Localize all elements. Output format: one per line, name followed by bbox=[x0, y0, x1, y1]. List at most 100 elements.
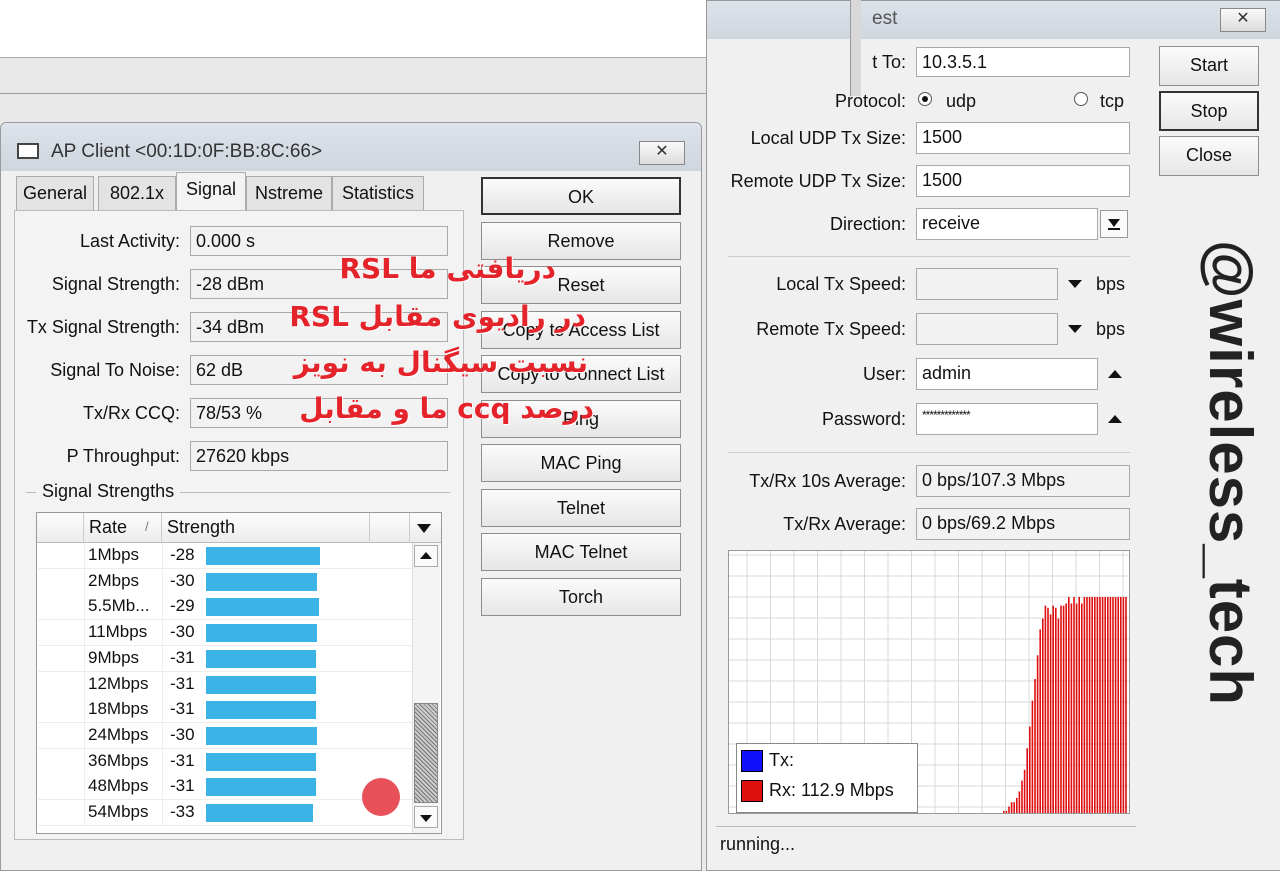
row-sep bbox=[162, 800, 163, 826]
tx-signal-strength-label: Tx Signal Strength: bbox=[26, 317, 180, 337]
table-row[interactable]: 9Mbps -31 bbox=[38, 645, 412, 672]
start-button[interactable]: Start bbox=[1159, 46, 1259, 86]
rx-bar bbox=[1109, 597, 1112, 813]
protocol-udp-radio[interactable] bbox=[918, 92, 932, 106]
rx-bar bbox=[1060, 605, 1062, 813]
remote-tx-speed-field[interactable] bbox=[916, 313, 1058, 345]
row-sep bbox=[162, 774, 163, 801]
table-row[interactable]: 48Mbps -31 bbox=[38, 774, 412, 801]
table-row[interactable]: 1Mbps -28 bbox=[38, 543, 412, 569]
tab-nstreme[interactable]: Nstreme bbox=[246, 176, 332, 210]
rx-bar bbox=[1070, 603, 1073, 813]
row-sep bbox=[162, 748, 163, 775]
row-sep bbox=[84, 697, 85, 724]
mac-telnet-button[interactable]: MAC Telnet bbox=[481, 533, 681, 571]
row-sep bbox=[84, 594, 85, 621]
row-sep bbox=[162, 671, 163, 698]
remote-tx-speed-dropdown-icon[interactable] bbox=[1068, 325, 1082, 333]
remote-udp-tx-size-field[interactable]: 1500 bbox=[916, 165, 1130, 197]
protocol-tcp-radio[interactable] bbox=[1074, 92, 1088, 106]
row-sep bbox=[162, 568, 163, 595]
table-row[interactable]: 2Mbps -30 bbox=[38, 568, 412, 595]
password-field[interactable]: ************* bbox=[916, 403, 1098, 435]
rate-cell: 11Mbps bbox=[88, 622, 148, 642]
column-header-rate[interactable]: Rate bbox=[89, 517, 127, 538]
torch-button[interactable]: Torch bbox=[481, 577, 681, 616]
rx-bar bbox=[1122, 597, 1125, 813]
direction-dropdown-icon[interactable] bbox=[1100, 210, 1128, 238]
tab-general[interactable]: General bbox=[16, 176, 94, 210]
ap-client-title: AP Client <00:1D:0F:BB:8C:66> bbox=[51, 141, 323, 162]
test-to-label: t To: bbox=[872, 52, 906, 72]
rx-bar bbox=[1081, 603, 1083, 813]
rx-bar bbox=[1057, 618, 1060, 813]
telnet-button[interactable]: Telnet bbox=[481, 488, 681, 527]
table-row[interactable]: 24Mbps -30 bbox=[38, 722, 412, 749]
column-menu-icon[interactable] bbox=[417, 524, 431, 533]
table-row[interactable]: 11Mbps -30 bbox=[38, 620, 412, 647]
close-icon[interactable]: ✕ bbox=[639, 141, 685, 165]
remote-tx-speed-unit: bps bbox=[1096, 319, 1126, 339]
rx-bar bbox=[1083, 597, 1086, 813]
close-button[interactable]: Close bbox=[1159, 136, 1259, 176]
ok-button[interactable]: OK bbox=[481, 177, 681, 215]
column-header-strength[interactable]: Strength bbox=[167, 517, 235, 538]
rx-bar bbox=[1031, 700, 1034, 813]
rx-bar bbox=[1073, 597, 1075, 813]
password-collapse-icon[interactable] bbox=[1108, 415, 1122, 423]
strength-cell: -30 bbox=[170, 724, 195, 744]
p-throughput-label: P Throughput: bbox=[66, 446, 180, 466]
local-udp-tx-size-field[interactable]: 1500 bbox=[916, 122, 1130, 154]
user-collapse-icon[interactable] bbox=[1108, 370, 1122, 378]
row-sep bbox=[162, 722, 163, 749]
strength-cell: -30 bbox=[170, 622, 195, 642]
tab-8021x[interactable]: 802.1x bbox=[98, 176, 176, 210]
tab-statistics[interactable]: Statistics bbox=[332, 176, 424, 210]
strength-bar bbox=[206, 572, 317, 591]
top-window-overlap bbox=[850, 0, 861, 96]
tx-rx-ccq-label: Tx/Rx CCQ: bbox=[83, 403, 180, 423]
table-row[interactable]: 5.5Mb... -29 bbox=[38, 594, 412, 621]
tx-rx-10s-average-label: Tx/Rx 10s Average: bbox=[749, 471, 906, 491]
rx-bar bbox=[1016, 797, 1018, 813]
direction-label: Direction: bbox=[829, 214, 906, 234]
mac-ping-button[interactable]: MAC Ping bbox=[481, 444, 681, 482]
user-field[interactable]: admin bbox=[916, 358, 1098, 390]
row-sep bbox=[162, 697, 163, 724]
stop-button[interactable]: Stop bbox=[1159, 91, 1259, 131]
window-icon bbox=[17, 143, 39, 159]
strength-cell: -28 bbox=[170, 545, 195, 564]
close-icon[interactable]: ✕ bbox=[1220, 8, 1266, 32]
row-sep bbox=[162, 620, 163, 647]
scroll-down-icon[interactable] bbox=[414, 806, 438, 828]
rx-bar bbox=[1062, 605, 1065, 813]
strength-cell: -31 bbox=[170, 673, 195, 693]
tx-rx-10s-average-value: 0 bps/107.3 Mbps bbox=[916, 465, 1130, 497]
tab-signal[interactable]: Signal bbox=[176, 172, 246, 212]
direction-select[interactable]: receive bbox=[916, 208, 1098, 240]
rx-bar bbox=[1052, 605, 1054, 813]
signal-to-noise-label: Signal To Noise: bbox=[50, 360, 180, 380]
remote-tx-speed-label: Remote Tx Speed: bbox=[756, 319, 906, 339]
table-row[interactable]: 36Mbps -31 bbox=[38, 748, 412, 775]
scroll-up-icon[interactable] bbox=[414, 545, 438, 567]
annotation-ccq: درصد ccq ما و مقابل bbox=[299, 392, 594, 425]
rx-bar bbox=[1091, 597, 1093, 813]
rx-bar bbox=[1021, 780, 1023, 813]
rx-bar bbox=[1018, 791, 1021, 813]
rx-bar bbox=[1008, 806, 1010, 813]
bwtest-titlebar[interactable] bbox=[707, 1, 1280, 39]
protocol-tcp-label[interactable]: tcp bbox=[1100, 91, 1124, 112]
table-row[interactable]: 12Mbps -31 bbox=[38, 671, 412, 698]
table-row[interactable]: 54Mbps -33 bbox=[38, 800, 412, 826]
test-to-field[interactable]: 10.3.5.1 bbox=[916, 47, 1130, 77]
local-tx-speed-field[interactable] bbox=[916, 268, 1058, 300]
grid-scrollbar[interactable] bbox=[412, 543, 440, 833]
table-row[interactable]: 18Mbps -31 bbox=[38, 697, 412, 724]
scroll-thumb[interactable] bbox=[414, 703, 438, 803]
local-tx-speed-label: Local Tx Speed: bbox=[776, 274, 906, 294]
protocol-udp-label[interactable]: udp bbox=[946, 91, 976, 112]
local-tx-speed-dropdown-icon[interactable] bbox=[1068, 280, 1082, 288]
header-sep bbox=[409, 513, 410, 543]
rx-bar bbox=[1003, 810, 1005, 813]
